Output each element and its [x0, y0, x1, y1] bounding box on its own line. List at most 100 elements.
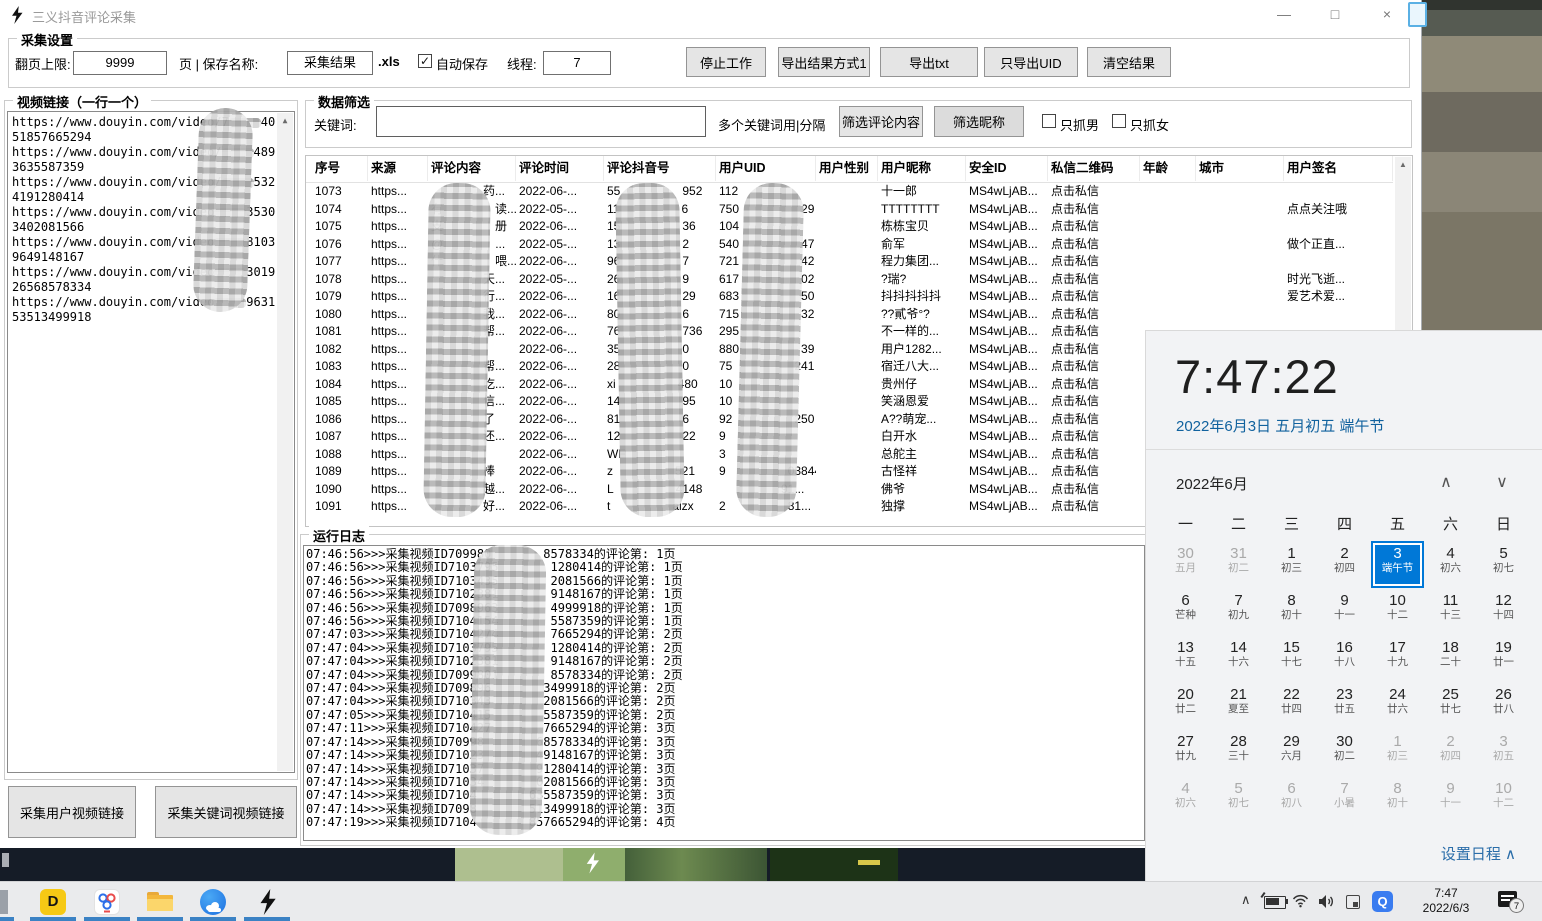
filter-nick-button[interactable]: 筛选昵称 [934, 106, 1024, 137]
date-link[interactable]: 2022年6月3日 五月初五 端午节 [1176, 415, 1384, 436]
column-header[interactable]: 用户UID [716, 156, 816, 181]
calendar-day[interactable]: 2初四 [1424, 729, 1477, 776]
save-name-input[interactable]: 采集结果 [287, 51, 373, 75]
d-app-taskbar-icon[interactable]: D [40, 889, 66, 915]
calendar-day[interactable]: 9十一 [1424, 776, 1477, 823]
calendar-day[interactable]: 26廿八 [1477, 682, 1530, 729]
video-links-scrollbar[interactable]: ▲ [277, 113, 293, 771]
wifi-icon[interactable] [1292, 894, 1309, 913]
calendar-day[interactable]: 7初九 [1212, 588, 1265, 635]
calendar-day[interactable]: 12十四 [1477, 588, 1530, 635]
calendar-day[interactable]: 19廿一 [1477, 635, 1530, 682]
calendar-day[interactable]: 8初十 [1371, 776, 1424, 823]
tray-chevron-up-icon[interactable]: ∧ [1241, 892, 1251, 908]
column-header[interactable]: 城市 [1196, 156, 1284, 181]
calendar-day[interactable]: 3初五 [1477, 729, 1530, 776]
settings-button[interactable]: 只导出UID [984, 47, 1078, 77]
calendar-day[interactable]: 14十六 [1212, 635, 1265, 682]
column-header[interactable]: 用户性别 [816, 156, 878, 181]
calendar-day[interactable]: 11十三 [1424, 588, 1477, 635]
filter-comment-button[interactable]: 筛选评论内容 [839, 106, 923, 137]
calendar-day[interactable]: 2初四 [1318, 541, 1371, 588]
column-header[interactable]: 年龄 [1140, 156, 1196, 181]
female-only-checkbox[interactable] [1112, 114, 1126, 128]
taskbar-icon-partial[interactable] [0, 890, 8, 914]
settings-button[interactable]: 清空结果 [1087, 47, 1171, 77]
background-text-fragment [2, 853, 9, 867]
calendar-day[interactable]: 31初二 [1212, 541, 1265, 588]
calendar-day[interactable]: 4初六 [1424, 541, 1477, 588]
scroll-up-arrow[interactable]: ▲ [1395, 157, 1411, 173]
calendar-day[interactable]: 3端午节 [1371, 541, 1424, 588]
calendar-day[interactable]: 7小暑 [1318, 776, 1371, 823]
collect-button[interactable]: 采集用户视频链接 [8, 786, 136, 838]
calendar-day[interactable]: 5初七 [1477, 541, 1530, 588]
minimize-button[interactable]: — [1261, 0, 1307, 28]
calendar-day[interactable]: 30五月 [1159, 541, 1212, 588]
calendar-day[interactable]: 22廿四 [1265, 682, 1318, 729]
battery-icon[interactable] [1264, 896, 1286, 909]
calendar-day[interactable]: 1初三 [1265, 541, 1318, 588]
column-header[interactable]: 私信二维码 [1048, 156, 1140, 181]
scroll-up-arrow[interactable]: ▲ [277, 113, 293, 129]
calendar-day[interactable]: 4初六 [1159, 776, 1212, 823]
calendar-day[interactable]: 10十二 [1477, 776, 1530, 823]
qq-browser-icon[interactable] [200, 889, 226, 915]
calendar-day[interactable]: 30初二 [1318, 729, 1371, 776]
baidu-netdisk-icon[interactable] [94, 889, 120, 915]
cell: 1078 [312, 271, 368, 289]
calendar-day[interactable]: 9十一 [1318, 588, 1371, 635]
calendar-day[interactable]: 25廿七 [1424, 682, 1477, 729]
maximize-button[interactable]: □ [1312, 0, 1358, 28]
calendar-day[interactable]: 28三十 [1212, 729, 1265, 776]
calendar-next-button[interactable]: ∨ [1490, 472, 1514, 492]
calendar-day[interactable]: 1初三 [1371, 729, 1424, 776]
keyword-input[interactable] [376, 106, 706, 137]
lightning-app-icon[interactable] [254, 889, 280, 915]
calendar-day[interactable]: 5初七 [1212, 776, 1265, 823]
calendar-day[interactable]: 8初十 [1265, 588, 1318, 635]
cell: 点击私信 [1048, 428, 1140, 446]
day-number: 1 [1371, 733, 1424, 750]
calendar-day[interactable]: 24廿六 [1371, 682, 1424, 729]
calendar-prev-button[interactable]: ∧ [1434, 472, 1458, 492]
male-only-checkbox[interactable] [1042, 114, 1056, 128]
column-header[interactable]: 用户签名 [1284, 156, 1393, 181]
column-header[interactable]: 评论内容 [428, 156, 516, 181]
q-app-tray-icon[interactable]: Q [1372, 891, 1393, 912]
schedule-link[interactable]: 设置日程 ∧ [1441, 843, 1516, 864]
calendar-day[interactable]: 6芒种 [1159, 588, 1212, 635]
calendar-day[interactable]: 15十七 [1265, 635, 1318, 682]
page-limit-input[interactable]: 9999 [73, 51, 167, 75]
calendar-day[interactable]: 17十九 [1371, 635, 1424, 682]
settings-button[interactable]: 导出txt [880, 47, 978, 77]
settings-button[interactable]: 导出结果方式1 [778, 47, 870, 77]
calendar-day[interactable]: 23廿五 [1318, 682, 1371, 729]
calendar-day[interactable]: 27廿九 [1159, 729, 1212, 776]
video-links-box[interactable]: https://www.douyin.com/video/74051857665… [7, 111, 295, 773]
column-header[interactable]: 评论抖音号 [604, 156, 716, 181]
autosave-checkbox[interactable]: ✓ [418, 54, 432, 68]
calendar-day[interactable]: 10十二 [1371, 588, 1424, 635]
calendar-day[interactable]: 29六月 [1265, 729, 1318, 776]
close-button[interactable]: × [1364, 0, 1410, 28]
settings-button[interactable]: 停止工作 [686, 47, 766, 77]
calendar-day[interactable]: 21夏至 [1212, 682, 1265, 729]
column-header[interactable]: 序号 [312, 156, 368, 181]
tray-clock[interactable]: 7:47 2022/6/3 [1408, 886, 1484, 916]
file-explorer-icon[interactable] [147, 889, 173, 915]
ime-icon[interactable] [1346, 895, 1360, 909]
column-header[interactable]: 用户昵称 [878, 156, 966, 181]
calendar-day[interactable]: 13十五 [1159, 635, 1212, 682]
calendar-day[interactable]: 20廿二 [1159, 682, 1212, 729]
calendar-day[interactable]: 6初八 [1265, 776, 1318, 823]
column-header[interactable]: 来源 [368, 156, 428, 181]
speaker-icon[interactable] [1318, 894, 1335, 914]
collect-button[interactable]: 采集关键词视频链接 [155, 786, 297, 838]
calendar-day[interactable]: 16十八 [1318, 635, 1371, 682]
calendar-day[interactable]: 18二十 [1424, 635, 1477, 682]
log-box[interactable]: 07:46:56>>>采集视频ID7099808578334的评论第: 1页07… [303, 545, 1145, 841]
thread-input[interactable]: 7 [543, 51, 611, 75]
column-header[interactable]: 评论时间 [516, 156, 604, 181]
column-header[interactable]: 安全ID [966, 156, 1048, 181]
